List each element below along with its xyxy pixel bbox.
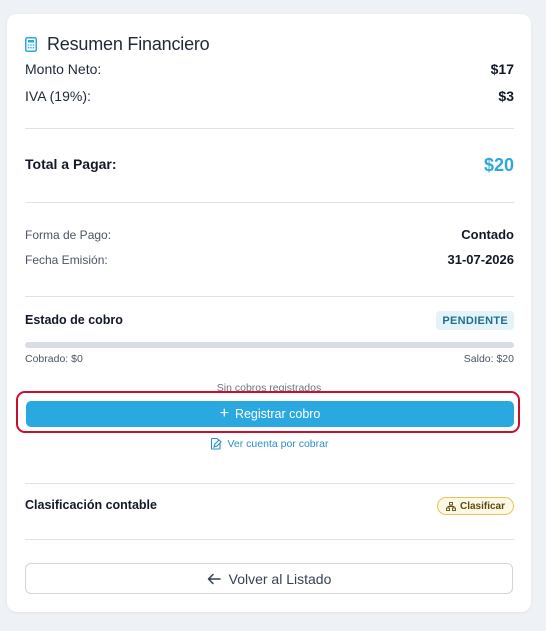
accounting-classification-label: Clasificación contable — [25, 498, 157, 512]
register-collection-label: Registrar cobro — [234, 407, 321, 421]
card-header: Resumen Financiero — [25, 34, 210, 55]
arrow-left-icon — [207, 573, 221, 585]
financial-summary-card: Resumen Financiero Monto Neto: $17 IVA (… — [7, 14, 531, 612]
divider — [25, 128, 514, 129]
edit-document-icon — [210, 437, 222, 450]
back-to-list-label: Volver al Listado — [228, 570, 332, 587]
divider — [25, 539, 514, 540]
classify-button[interactable]: Clasificar — [436, 497, 514, 515]
view-receivable-link[interactable]: Ver cuenta por cobrar — [7, 437, 531, 450]
issue-date-value: 31-07-2026 — [447, 252, 515, 267]
issue-date-label: Fecha Emisión: — [25, 253, 108, 267]
net-amount-value: $17 — [490, 61, 514, 77]
classify-label: Clasificar — [459, 500, 505, 512]
back-to-list-button[interactable]: Volver al Listado — [25, 563, 513, 594]
balance-amount: Saldo: $20 — [463, 353, 514, 365]
divider — [25, 483, 514, 484]
tax-value: $3 — [498, 88, 514, 104]
total-label: Total a Pagar: — [25, 156, 117, 172]
payment-method-label: Forma de Pago: — [25, 228, 112, 242]
page-title: Resumen Financiero — [47, 34, 210, 54]
calculator-icon — [25, 36, 39, 53]
collection-status-label: Estado de cobro — [25, 313, 123, 327]
collection-progress-bar — [25, 342, 514, 348]
total-value: $20 — [483, 155, 514, 175]
divider — [25, 296, 514, 297]
register-collection-button[interactable]: + Registrar cobro — [26, 401, 514, 427]
divider — [25, 202, 514, 203]
hierarchy-icon — [446, 501, 456, 511]
collected-amount: Cobrado: $0 — [25, 353, 83, 365]
tax-label: IVA (19%): — [25, 88, 91, 104]
net-amount-label: Monto Neto: — [25, 61, 102, 77]
view-receivable-label: Ver cuenta por cobrar — [227, 437, 329, 450]
status-badge: PENDIENTE — [436, 311, 514, 330]
plus-icon: + — [219, 405, 229, 422]
payment-method-value: Contado — [461, 227, 514, 242]
